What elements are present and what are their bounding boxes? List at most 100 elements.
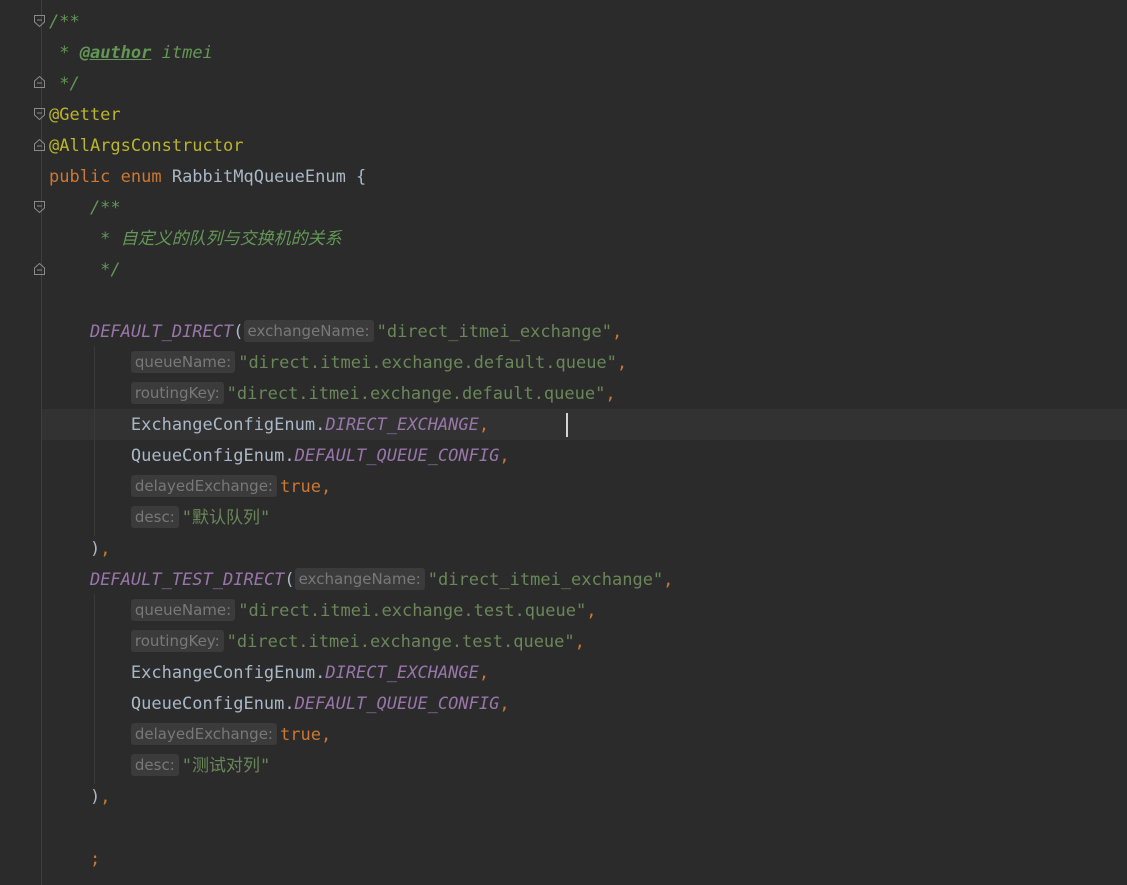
code-line[interactable]: public enum RabbitMqQueueEnum {	[49, 162, 366, 193]
code-token: (	[233, 322, 244, 342]
code-line[interactable]: QueueConfigEnum.DEFAULT_QUEUE_CONFIG,	[49, 441, 510, 472]
code-token: (	[284, 570, 295, 590]
parameter-hint: delayedExchange:	[130, 475, 277, 497]
fold-end-icon[interactable]	[34, 263, 45, 275]
parameter-hint: routingKey:	[130, 630, 224, 652]
code-line[interactable]: ExchangeConfigEnum.DIRECT_EXCHANGE,	[49, 658, 489, 689]
fold-collapse-icon[interactable]	[34, 201, 45, 213]
parameter-hint: delayedExchange:	[130, 723, 277, 745]
code-token: )	[49, 787, 101, 807]
code-token: ,	[478, 663, 490, 683]
code-token: *	[49, 43, 80, 63]
code-line[interactable]: DEFAULT_TEST_DIRECT(exchangeName: "direct…	[49, 565, 673, 596]
fold-end-icon[interactable]	[34, 139, 45, 151]
code-line[interactable]: queueName: "direct.itmei.exchange.default…	[49, 348, 627, 379]
code-token: DEFAULT_TEST_DIRECT	[89, 570, 285, 590]
code-token: DIRECT_EXCHANGE	[325, 415, 479, 435]
code-line[interactable]: */	[49, 69, 80, 100]
code-token: ,	[616, 353, 628, 373]
gutter-divider	[41, 0, 42, 885]
code-token: DEFAULT_DIRECT	[89, 322, 234, 342]
code-token: ,	[663, 570, 674, 590]
code-line[interactable]: * @author itmei	[49, 38, 213, 69]
code-token: "direct.itmei.exchange.test.queue"	[238, 601, 587, 621]
code-token: */	[49, 260, 121, 280]
code-line[interactable]: desc: "默认队列"	[49, 503, 270, 534]
code-token: "direct.itmei.exchange.default.queue"	[226, 384, 606, 404]
code-line[interactable]: @AllArgsConstructor	[49, 131, 243, 162]
code-line[interactable]: desc: "测试对列"	[49, 751, 270, 782]
code-token: ,	[320, 725, 332, 745]
code-token: true	[279, 725, 321, 745]
code-token: ,	[586, 601, 597, 621]
code-token: ExchangeConfigEnum.	[49, 415, 326, 435]
code-token: @AllArgsConstructor	[49, 136, 244, 156]
code-line[interactable]: delayedExchange: true,	[49, 720, 331, 751]
code-token: DEFAULT_QUEUE_CONFIG	[294, 694, 500, 714]
code-line[interactable]: QueueConfigEnum.DEFAULT_QUEUE_CONFIG,	[49, 689, 510, 720]
code-line[interactable]: */	[49, 255, 121, 286]
parameter-hint: desc:	[130, 754, 179, 776]
code-token: ,	[478, 415, 490, 435]
code-line[interactable]: ExchangeConfigEnum.DIRECT_EXCHANGE,	[49, 410, 489, 441]
code-token: DEFAULT_QUEUE_CONFIG	[294, 446, 500, 466]
code-token: ,	[499, 694, 510, 714]
code-token: ,	[499, 446, 510, 466]
code-line[interactable]: * 自定义的队列与交换机的关系	[49, 224, 342, 255]
code-line[interactable]: routingKey: "direct.itmei.exchange.test.q…	[49, 627, 585, 658]
code-token: itmei	[151, 43, 213, 63]
code-token: /**	[49, 198, 121, 218]
code-line[interactable]: ),	[49, 782, 111, 813]
code-line[interactable]: @Getter	[49, 100, 121, 131]
code-token: ;	[49, 849, 101, 869]
code-token: */	[49, 74, 80, 94]
parameter-hint: exchangeName:	[243, 320, 374, 342]
code-token: DIRECT_EXCHANGE	[325, 663, 479, 683]
code-token: ,	[100, 787, 111, 807]
code-token: @Getter	[49, 105, 121, 125]
fold-collapse-icon[interactable]	[34, 108, 45, 120]
code-line[interactable]: /**	[49, 7, 80, 38]
code-token: public enum	[49, 167, 172, 187]
code-token: ,	[612, 322, 623, 342]
code-line[interactable]: ),	[49, 534, 111, 565]
code-token: "direct_itmei_exchange"	[376, 322, 612, 342]
editor-gutter	[0, 0, 42, 885]
fold-collapse-icon[interactable]	[34, 15, 45, 27]
code-line[interactable]: /**	[49, 193, 121, 224]
code-line[interactable]: delayedExchange: true,	[49, 472, 331, 503]
code-token: RabbitMqQueueEnum {	[171, 167, 367, 187]
code-token: "direct.itmei.exchange.test.queue"	[226, 632, 575, 652]
code-token: "direct.itmei.exchange.default.queue"	[238, 353, 617, 373]
code-token: QueueConfigEnum.	[49, 694, 295, 714]
code-token: "默认队列"	[181, 508, 271, 528]
code-token: QueueConfigEnum.	[49, 446, 295, 466]
code-token: "测试对列"	[181, 756, 271, 776]
parameter-hint: desc:	[130, 506, 179, 528]
parameter-hint: queueName:	[130, 351, 236, 373]
code-token: ,	[100, 539, 111, 559]
code-line[interactable]: queueName: "direct.itmei.exchange.test.qu…	[49, 596, 596, 627]
code-line[interactable]: routingKey: "direct.itmei.exchange.defaul…	[49, 379, 616, 410]
code-token: ,	[605, 384, 616, 404]
text-caret	[566, 413, 568, 437]
code-line[interactable]: ;	[49, 844, 100, 875]
code-token: ,	[574, 632, 585, 652]
code-line[interactable]: DEFAULT_DIRECT(exchangeName: "direct_itme…	[49, 317, 622, 348]
code-token: * 自定义的队列与交换机的关系	[49, 229, 342, 249]
code-token: ExchangeConfigEnum.	[49, 663, 326, 683]
fold-end-icon[interactable]	[34, 76, 45, 88]
code-token: /**	[49, 12, 80, 32]
code-token: @author	[79, 43, 152, 63]
code-token: "direct_itmei_exchange"	[427, 570, 664, 590]
